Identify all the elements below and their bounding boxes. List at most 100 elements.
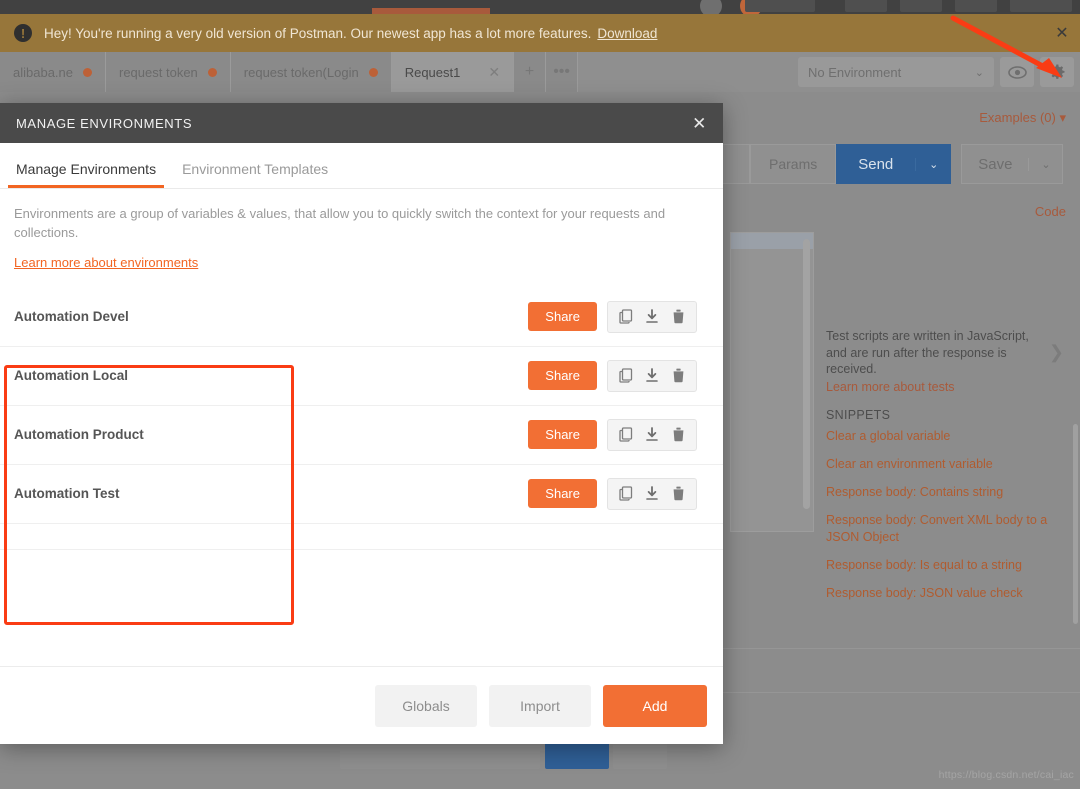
send-button[interactable]: Send ⌄ (836, 144, 952, 184)
environment-row-actions: Share (528, 477, 697, 510)
modal-title: MANAGE ENVIRONMENTS (16, 115, 193, 131)
share-button[interactable]: Share (528, 420, 597, 450)
environment-selector-value: No Environment (808, 64, 902, 80)
unsaved-dot-icon (368, 67, 378, 77)
window-title-bar (0, 0, 1080, 17)
tab-request-token[interactable]: request token (106, 52, 231, 92)
tab-more-button[interactable]: ••• (546, 52, 579, 92)
environment-list: Automation Devel Share Automation Local … (0, 288, 723, 550)
caret-down-icon: ▾ (1059, 110, 1066, 125)
manage-environments-modal: MANAGE ENVIRONMENTS ✕ Manage Environment… (0, 103, 723, 744)
duplicate-icon[interactable] (615, 307, 637, 327)
trash-icon[interactable] (667, 366, 689, 386)
environment-icon-group (607, 300, 697, 333)
add-button[interactable]: Add (603, 684, 707, 727)
snippets-intro-text: Test scripts are written in JavaScript, … (826, 329, 1029, 376)
environment-icon-group (607, 418, 697, 451)
save-button[interactable]: Save ⌄ (961, 144, 1064, 184)
environment-icon-group (607, 477, 697, 510)
snippets-scrollbar[interactable] (1073, 424, 1078, 624)
share-button[interactable]: Share (528, 302, 597, 332)
window-chip-4 (955, 0, 997, 12)
modal-footer: Globals Import Add (0, 666, 723, 744)
params-button[interactable]: Params (750, 144, 837, 184)
environment-row[interactable]: Automation Product Share (0, 406, 723, 465)
trash-icon[interactable] (667, 425, 689, 445)
share-button[interactable]: Share (528, 479, 597, 509)
tests-snippets-panel: Test scripts are written in JavaScript, … (826, 328, 1080, 638)
download-icon[interactable] (641, 484, 663, 504)
globals-button[interactable]: Globals (375, 684, 477, 727)
snippet-item[interactable]: Response body: JSON value check (826, 585, 1080, 601)
environment-name: Automation Devel (14, 309, 129, 325)
snippet-item[interactable]: Clear a global variable (826, 428, 1080, 444)
tab-label: request token (119, 64, 198, 80)
chevron-right-icon[interactable]: ❯ (1049, 342, 1064, 363)
save-button-label: Save (978, 155, 1013, 173)
environment-row-actions: Share (528, 359, 697, 392)
duplicate-icon[interactable] (615, 484, 637, 504)
manage-environments-gear-button[interactable] (1040, 57, 1074, 87)
unsaved-dot-icon (207, 67, 217, 77)
watermark: https://blog.csdn.net/cai_iac (938, 769, 1074, 781)
duplicate-icon[interactable] (615, 425, 637, 445)
tests-code-editor[interactable] (730, 232, 814, 532)
share-button[interactable]: Share (528, 361, 597, 391)
learn-more-about-environments-link[interactable]: Learn more about environments (0, 255, 723, 270)
snippet-item[interactable]: Response body: Contains string (826, 484, 1080, 500)
modal-tab-list: Manage Environments Environment Template… (0, 143, 723, 189)
modal-close-icon[interactable]: ✕ (692, 115, 707, 132)
save-caret-icon[interactable]: ⌄ (1028, 157, 1062, 171)
environment-name: Automation Local (14, 368, 128, 384)
download-link[interactable]: Download (597, 26, 657, 41)
update-banner: ! Hey! You're running a very old version… (0, 14, 1080, 52)
learn-more-about-tests-link[interactable]: Learn more about tests (826, 380, 1080, 394)
alert-circle-icon: ! (14, 24, 32, 42)
send-caret-icon[interactable]: ⌄ (915, 157, 951, 171)
gear-icon (1050, 64, 1065, 79)
window-chip-2 (845, 0, 887, 12)
environment-row[interactable]: Automation Devel Share (0, 288, 723, 347)
environment-row-actions: Share (528, 300, 697, 333)
postman-app-window: ! Hey! You're running a very old version… (0, 0, 1080, 789)
trash-icon[interactable] (667, 307, 689, 327)
download-icon[interactable] (641, 425, 663, 445)
snippet-item[interactable]: Response body: Is equal to a string (826, 557, 1080, 573)
tab-request-token-login[interactable]: request token(Login (230, 52, 392, 92)
examples-dropdown[interactable]: Examples (0) ▾ (979, 110, 1066, 126)
environment-name: Automation Product (14, 427, 144, 443)
chevron-down-icon: ⌄ (974, 66, 984, 79)
snippets-heading: SNIPPETS (826, 407, 891, 422)
update-banner-text: Hey! You're running a very old version o… (44, 25, 592, 41)
tab-label: request token(Login (243, 64, 359, 80)
editor-scrollbar[interactable] (803, 239, 810, 509)
environment-row[interactable]: Automation Local Share (0, 347, 723, 406)
banner-close-button[interactable]: ✕ (1052, 23, 1072, 43)
tab-request1[interactable]: Request1 ✕ (391, 52, 515, 92)
tab-alibaba[interactable]: alibaba.ne (0, 52, 106, 92)
eye-icon (1007, 65, 1027, 79)
duplicate-icon[interactable] (615, 366, 637, 386)
download-icon[interactable] (641, 307, 663, 327)
panel-divider (720, 648, 1080, 649)
new-tab-button[interactable]: + (514, 52, 547, 92)
panel-divider (720, 692, 1080, 693)
close-icon[interactable]: ✕ (488, 64, 500, 81)
tab-manage-environments[interactable]: Manage Environments (7, 161, 165, 188)
snippet-item[interactable]: Clear an environment variable (826, 456, 1080, 472)
download-icon[interactable] (641, 366, 663, 386)
import-button[interactable]: Import (489, 684, 591, 727)
environment-name: Automation Test (14, 486, 120, 502)
environment-quick-look-button[interactable] (1000, 57, 1034, 87)
tab-label: alibaba.ne (13, 64, 73, 80)
tab-environment-templates[interactable]: Environment Templates (180, 161, 330, 188)
environment-selector[interactable]: No Environment ⌄ (798, 57, 994, 87)
modal-body: Environments are a group of variables & … (0, 189, 723, 666)
unsaved-dot-icon (83, 67, 92, 77)
code-link[interactable]: Code (1035, 204, 1066, 219)
snippet-item[interactable]: Response body: Convert XML body to a JSO… (826, 512, 1080, 545)
environment-row[interactable]: Automation Test Share (0, 465, 723, 524)
window-chip-1 (745, 0, 815, 12)
trash-icon[interactable] (667, 484, 689, 504)
editor-active-line (731, 233, 813, 249)
